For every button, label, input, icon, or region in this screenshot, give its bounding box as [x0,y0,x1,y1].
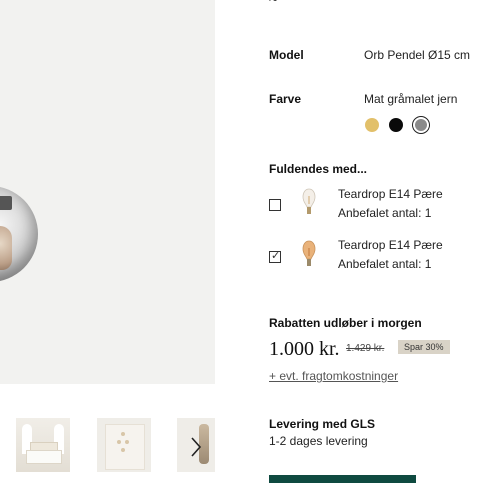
check-icon: ✓ [271,250,281,262]
discount-badge: Spar 30% [398,340,450,354]
model-label: Model [269,48,304,62]
product-title-fragment: ~ ’ ’ [269,0,296,9]
bulb-icon [302,188,316,214]
addon-name-1: Teardrop E14 Pære [338,187,443,201]
thumbnail-poster[interactable] [97,418,151,472]
add-to-cart-button[interactable] [269,475,416,483]
addon-qty-1: Anbefalet antal: 1 [338,206,432,220]
addon-checkbox-2[interactable]: ✓ [269,250,281,263]
addon-name-2: Teardrop E14 Pære [338,238,443,252]
thumbnail-bedroom[interactable] [16,418,70,472]
addons-heading: Fuldendes med... [269,162,368,176]
delivery-subtitle: 1-2 dages levering [269,434,368,448]
product-image-main[interactable] [0,0,215,384]
chevron-right-icon[interactable] [189,436,203,458]
swatch-brass[interactable] [365,118,379,132]
swatch-black[interactable] [389,118,403,132]
delivery-title: Levering med GLS [269,417,376,431]
addon-checkbox-1[interactable] [269,199,281,211]
pendant-bulb [0,226,12,270]
shipping-costs-link[interactable]: + evt. fragtomkostninger [269,369,398,383]
model-value: Orb Pendel Ø15 cm [364,48,471,62]
current-price: 1.000 kr. [269,338,340,360]
color-label: Farve [269,92,302,106]
pendant-cap [0,196,12,210]
old-price: 1.429 kr. [346,343,385,354]
color-value: Mat gråmalet jern [364,92,458,106]
bulb-icon [302,240,316,266]
swatch-grey-selected[interactable] [412,116,430,134]
discount-notice: Rabatten udløber i morgen [269,316,422,330]
addon-qty-2: Anbefalet antal: 1 [338,257,432,271]
thumbnail-strip [0,418,215,474]
